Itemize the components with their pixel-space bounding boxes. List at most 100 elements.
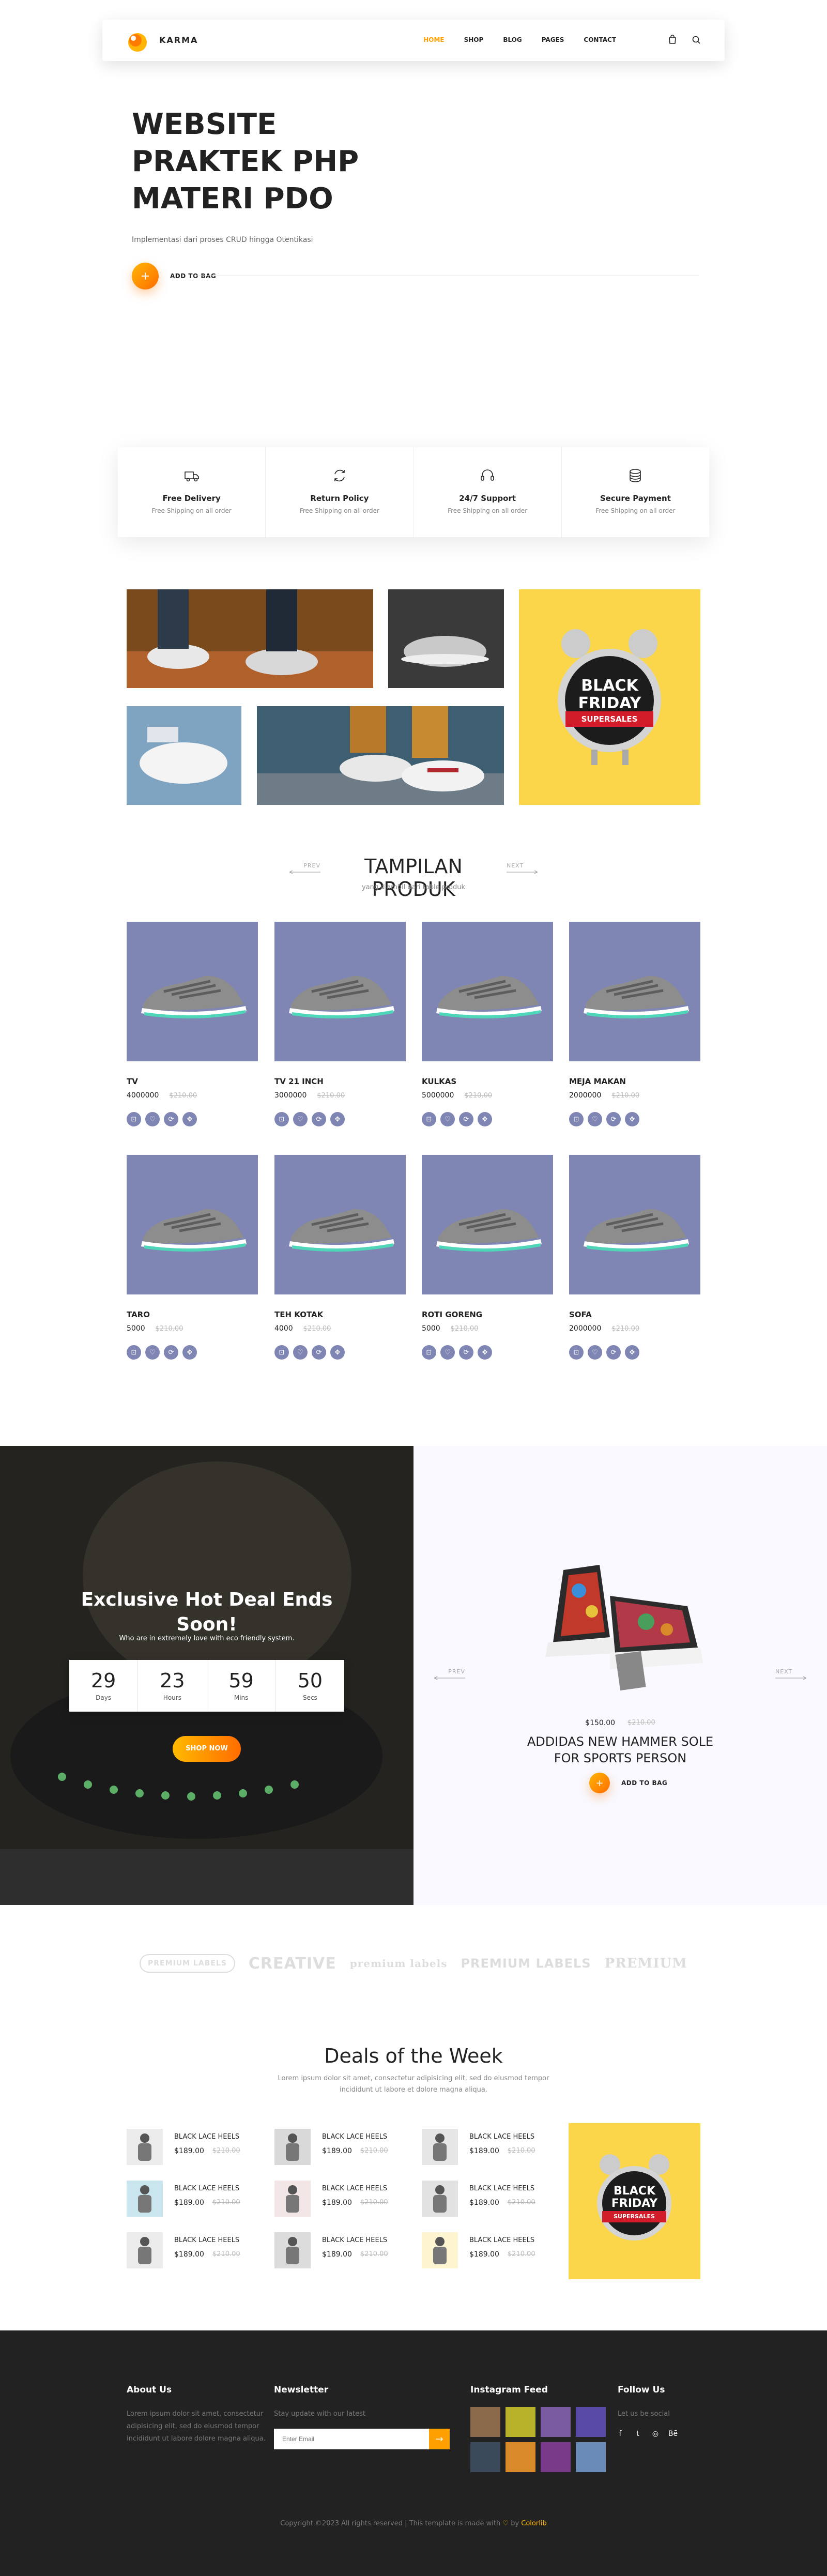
heart-icon[interactable]: ♡ bbox=[440, 1112, 455, 1126]
bag-icon[interactable]: ⊡ bbox=[422, 1112, 436, 1126]
featured-prev-arrow[interactable]: PREV bbox=[434, 1668, 465, 1682]
deal-item-name[interactable]: BLACK LACE HEELS bbox=[322, 2133, 388, 2141]
heart-icon[interactable]: ♡ bbox=[145, 1345, 160, 1360]
sync-icon[interactable]: ⟳ bbox=[459, 1345, 473, 1360]
prev-label[interactable]: PREV bbox=[289, 862, 320, 869]
move-icon[interactable]: ✥ bbox=[182, 1345, 197, 1360]
heart-icon[interactable]: ♡ bbox=[145, 1112, 160, 1126]
deal-item-image[interactable] bbox=[127, 2129, 163, 2165]
instagram-photo[interactable] bbox=[541, 2407, 571, 2437]
product-card[interactable]: KULKAS 5000000 $210.00 ⊡ ♡ ⟳ ✥ bbox=[422, 922, 553, 1126]
product-image[interactable] bbox=[422, 922, 553, 1061]
instagram-photo[interactable] bbox=[470, 2442, 500, 2472]
product-card[interactable]: TARO 5000 $210.00 ⊡ ♡ ⟳ ✥ bbox=[127, 1155, 258, 1360]
sync-icon[interactable]: ⟳ bbox=[459, 1112, 473, 1126]
gallery-image-skater-shoes[interactable] bbox=[257, 706, 504, 805]
hero-add-to-bag-button[interactable]: + ADD TO BAG bbox=[132, 263, 216, 289]
add-to-bag-label[interactable]: ADD TO BAG bbox=[170, 272, 216, 280]
deal-item-name[interactable]: BLACK LACE HEELS bbox=[322, 2236, 388, 2244]
move-icon[interactable]: ✥ bbox=[478, 1112, 492, 1126]
product-name[interactable]: MEJA MAKAN bbox=[569, 1077, 700, 1086]
move-icon[interactable]: ✥ bbox=[625, 1112, 639, 1126]
deal-item-name[interactable]: BLACK LACE HEELS bbox=[174, 2185, 240, 2192]
gallery-image-sneakers-gray[interactable] bbox=[388, 589, 504, 688]
newsletter-email-input[interactable] bbox=[274, 2429, 429, 2449]
product-card[interactable]: MEJA MAKAN 2000000 $210.00 ⊡ ♡ ⟳ ✥ bbox=[569, 922, 700, 1126]
product-image[interactable] bbox=[127, 922, 258, 1061]
gallery-image-shoes-autumn[interactable] bbox=[127, 589, 373, 688]
deal-item[interactable]: BLACK LACE HEELS $189.00 $210.00 bbox=[274, 2181, 419, 2217]
deal-item-name[interactable]: BLACK LACE HEELS bbox=[469, 2133, 535, 2141]
nav-pages[interactable]: PAGES bbox=[542, 36, 564, 43]
product-image[interactable] bbox=[274, 1155, 406, 1294]
shop-now-button[interactable]: SHOP NOW bbox=[173, 1736, 241, 1762]
bag-icon[interactable]: ⊡ bbox=[127, 1345, 141, 1360]
product-name[interactable]: TARO bbox=[127, 1310, 258, 1319]
product-card[interactable]: TV 21 INCH 3000000 $210.00 ⊡ ♡ ⟳ ✥ bbox=[274, 922, 406, 1126]
brand-logo[interactable]: CREATIVE bbox=[249, 1955, 336, 1973]
featured-product-image[interactable] bbox=[532, 1549, 708, 1699]
sync-icon[interactable]: ⟳ bbox=[606, 1112, 621, 1126]
product-card[interactable]: TV 4000000 $210.00 ⊡ ♡ ⟳ ✥ bbox=[127, 922, 258, 1126]
nav-home[interactable]: HOME bbox=[423, 36, 444, 43]
product-card[interactable]: SOFA 2000000 $210.00 ⊡ ♡ ⟳ ✥ bbox=[569, 1155, 700, 1360]
instagram-photo[interactable] bbox=[576, 2442, 606, 2472]
brand-logo[interactable]: PREMIUM LABELS bbox=[140, 1954, 235, 1973]
bag-icon[interactable]: ⊡ bbox=[569, 1112, 584, 1126]
nav-shop[interactable]: SHOP bbox=[464, 36, 484, 43]
deal-item-name[interactable]: BLACK LACE HEELS bbox=[174, 2133, 240, 2141]
product-image[interactable] bbox=[127, 1155, 258, 1294]
deal-item[interactable]: BLACK LACE HEELS $189.00 $210.00 bbox=[422, 2232, 566, 2268]
product-image[interactable] bbox=[569, 922, 700, 1061]
move-icon[interactable]: ✥ bbox=[330, 1112, 345, 1126]
instagram-photo[interactable] bbox=[576, 2407, 606, 2437]
sync-icon[interactable]: ⟳ bbox=[312, 1112, 326, 1126]
product-image[interactable] bbox=[569, 1155, 700, 1294]
karma-logo-icon[interactable] bbox=[125, 29, 150, 54]
product-image[interactable] bbox=[422, 1155, 553, 1294]
heart-icon[interactable]: ♡ bbox=[588, 1112, 602, 1126]
bag-icon[interactable]: ⊡ bbox=[569, 1345, 584, 1360]
deal-item[interactable]: BLACK LACE HEELS $189.00 $210.00 bbox=[127, 2232, 271, 2268]
deal-item-image[interactable] bbox=[422, 2232, 458, 2268]
add-to-bag-label[interactable]: ADD TO BAG bbox=[621, 1779, 667, 1787]
plus-icon[interactable]: + bbox=[589, 1773, 610, 1793]
instagram-photo[interactable] bbox=[506, 2442, 535, 2472]
deal-item[interactable]: BLACK LACE HEELS $189.00 $210.00 bbox=[127, 2181, 271, 2217]
bag-icon[interactable]: ⊡ bbox=[127, 1112, 141, 1126]
product-card[interactable]: ROTI GORENG 5000 $210.00 ⊡ ♡ ⟳ ✥ bbox=[422, 1155, 553, 1360]
product-image[interactable] bbox=[274, 922, 406, 1061]
sync-icon[interactable]: ⟳ bbox=[164, 1345, 178, 1360]
brand-logo[interactable]: PREMIUM bbox=[605, 1956, 687, 1971]
next-label[interactable]: NEXT bbox=[507, 862, 538, 869]
sync-icon[interactable]: ⟳ bbox=[164, 1112, 178, 1126]
heart-icon[interactable]: ♡ bbox=[440, 1345, 455, 1360]
deals-promo-black-friday[interactable]: BLACK FRIDAY SUPERSALES bbox=[569, 2123, 700, 2279]
black-friday-promo[interactable]: BLACK FRIDAY SUPERSALES bbox=[519, 589, 700, 805]
deal-item-name[interactable]: BLACK LACE HEELS bbox=[469, 2236, 535, 2244]
prev-label[interactable]: PREV bbox=[434, 1668, 465, 1675]
deal-item-image[interactable] bbox=[274, 2129, 311, 2165]
instagram-photo[interactable] bbox=[470, 2407, 500, 2437]
deal-item-image[interactable] bbox=[127, 2181, 163, 2217]
featured-add-to-bag-button[interactable]: + ADD TO BAG bbox=[589, 1773, 667, 1793]
deal-item[interactable]: BLACK LACE HEELS $189.00 $210.00 bbox=[422, 2181, 566, 2217]
product-name[interactable]: TV 21 INCH bbox=[274, 1077, 406, 1086]
deal-item-image[interactable] bbox=[274, 2181, 311, 2217]
nav-blog[interactable]: BLOG bbox=[503, 36, 522, 43]
move-icon[interactable]: ✥ bbox=[625, 1345, 639, 1360]
products-next-arrow[interactable]: NEXT bbox=[507, 862, 538, 876]
brand-logo[interactable]: premium labels bbox=[350, 1957, 448, 1970]
deal-item-image[interactable] bbox=[422, 2181, 458, 2217]
arrow-right-icon[interactable]: → bbox=[429, 2429, 450, 2449]
featured-next-arrow[interactable]: NEXT bbox=[775, 1668, 807, 1682]
products-prev-arrow[interactable]: PREV bbox=[289, 862, 320, 876]
move-icon[interactable]: ✥ bbox=[182, 1112, 197, 1126]
dribbble-icon[interactable]: ◎ bbox=[649, 2430, 662, 2438]
deal-item-name[interactable]: BLACK LACE HEELS bbox=[174, 2236, 240, 2244]
product-card[interactable]: TEH KOTAK 4000 $210.00 ⊡ ♡ ⟳ ✥ bbox=[274, 1155, 406, 1360]
instagram-photo[interactable] bbox=[506, 2407, 535, 2437]
colorlib-link[interactable]: Colorlib bbox=[521, 2520, 546, 2527]
search-icon[interactable] bbox=[691, 34, 702, 45]
bag-icon[interactable]: ⊡ bbox=[274, 1112, 289, 1126]
